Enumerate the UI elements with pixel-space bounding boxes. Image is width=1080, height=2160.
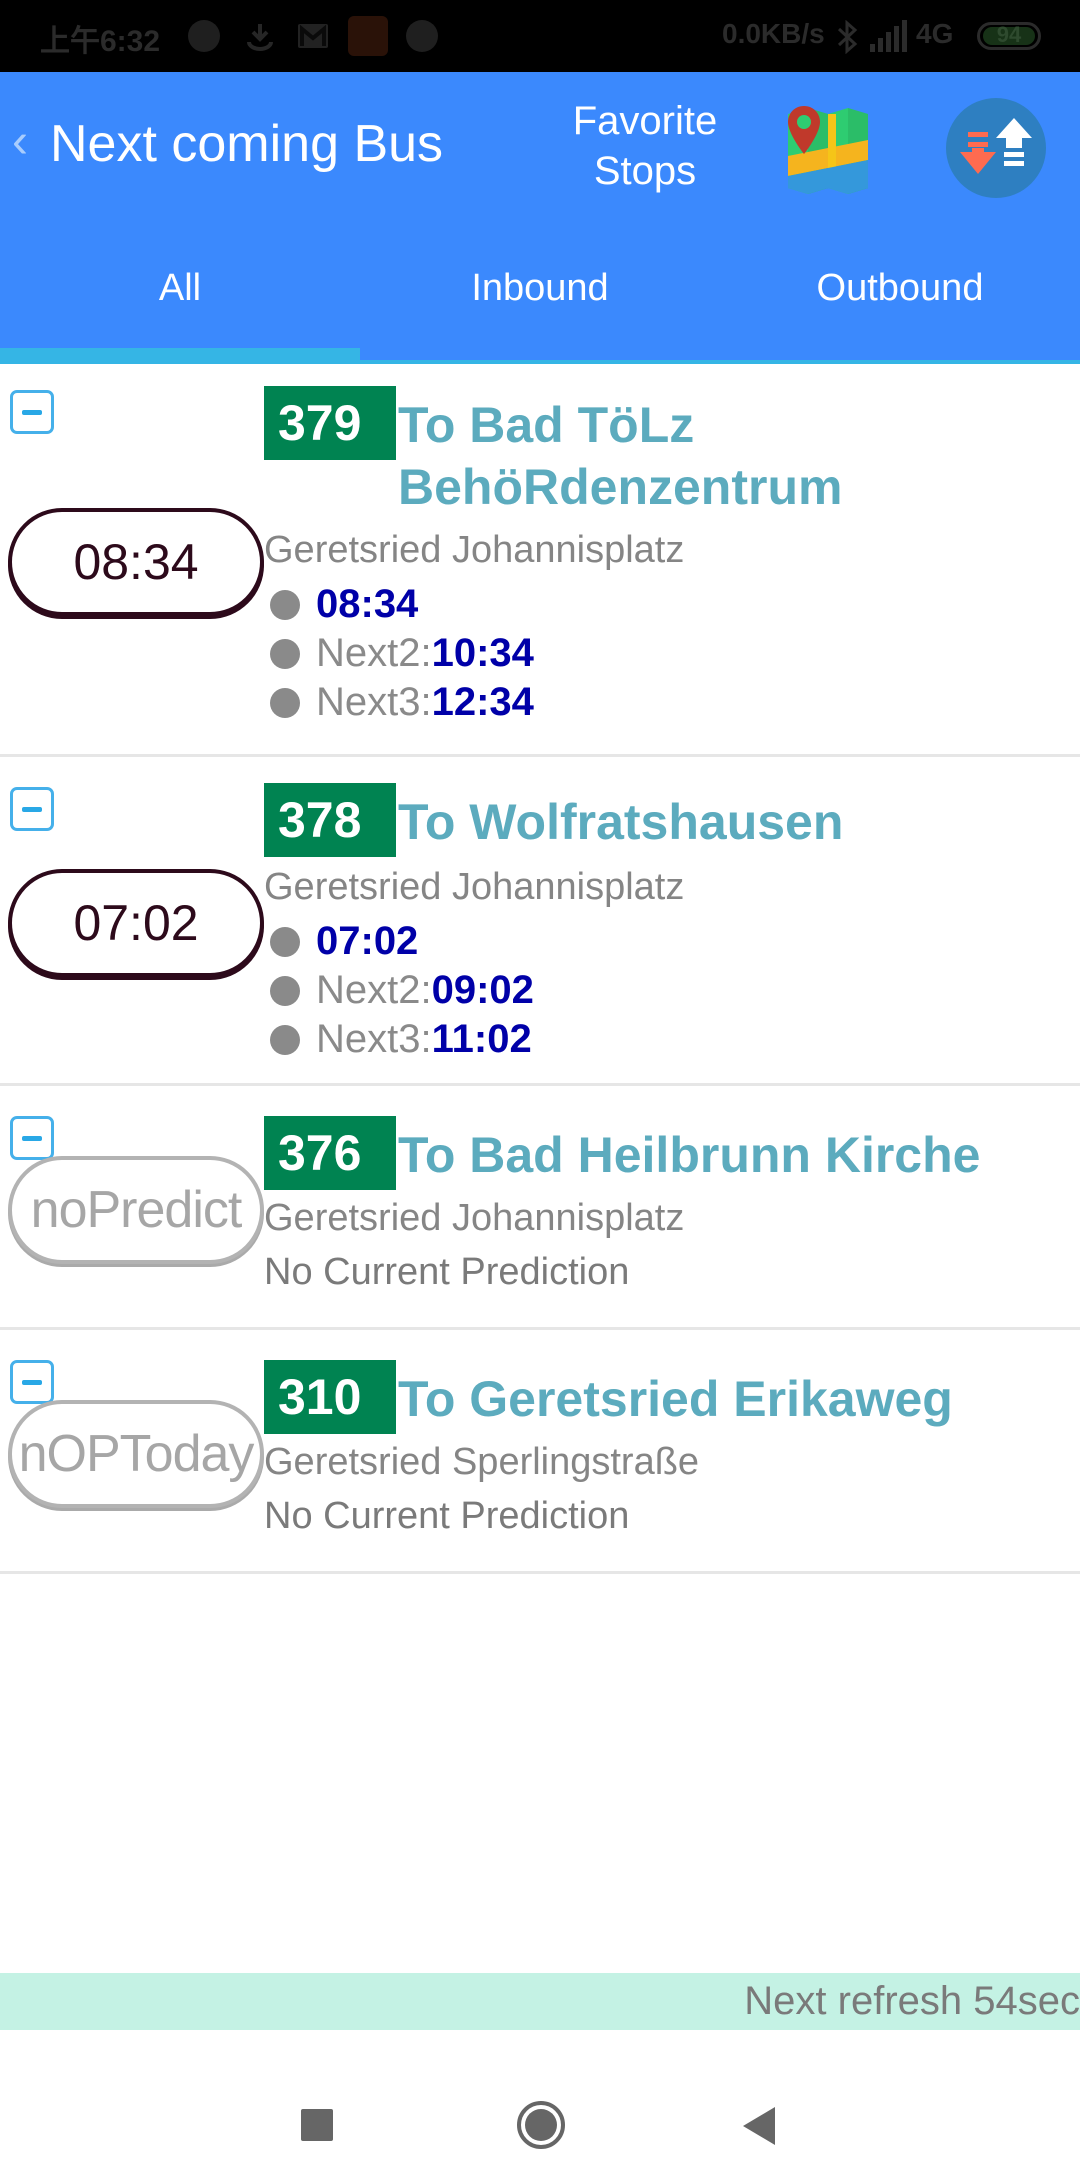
prediction-status: No Current Prediction (264, 1251, 630, 1293)
arrival-time-pill: 07:02 (8, 869, 264, 977)
time-value: 09:02 (431, 968, 534, 1012)
home-icon[interactable] (517, 2101, 565, 2149)
route-destination: To Wolfratshausen (398, 794, 844, 850)
favorite-stops-label-line2: Stops (593, 149, 697, 193)
battery-level: 94 (996, 22, 1022, 47)
back-chevron-icon[interactable]: ‹ (12, 114, 28, 169)
sort-button[interactable] (946, 98, 1046, 198)
page-title[interactable]: Next coming Bus (50, 114, 443, 174)
time-entry: 08:34 (264, 580, 1080, 629)
list-item[interactable]: 08:34 379 To Bad TöLz BehöRdenzentrum Ge… (0, 364, 1080, 757)
time-label: Next2: (316, 968, 432, 1012)
status-bar: 上午6:32 0.0KB/s 4G 94 (0, 0, 1080, 72)
time-label: Next3: (316, 1017, 432, 1061)
network-speed: 0.0KB/s (722, 18, 825, 49)
sort-arrows-icon (960, 118, 1032, 174)
prediction-status-pill: noPredict (8, 1156, 264, 1264)
battery-icon: 94 (977, 22, 1041, 50)
route-number-badge: 379 (264, 386, 396, 460)
stop-name: Geretsried Johannisplatz (264, 529, 685, 571)
bullet-icon (270, 926, 300, 957)
bullet-icon (270, 638, 300, 669)
stop-name: Geretsried Sperlingstraße (264, 1441, 700, 1483)
app-header: ‹ Next coming Bus Favorite Stops All Inb… (0, 72, 1080, 364)
direction-tabs: All Inbound Outbound (0, 248, 1080, 348)
status-time: 上午6:32 (40, 25, 161, 58)
bullet-icon (270, 687, 300, 718)
upcoming-times: 08:34 Next2: 10:34 Next3: 12:34 (264, 580, 1080, 727)
stop-name: Geretsried Johannisplatz (264, 1197, 685, 1239)
collapse-icon[interactable] (10, 787, 54, 831)
route-number-badge: 376 (264, 1116, 396, 1190)
list-item[interactable]: 07:02 378 To Wolfratshausen Geretsried J… (0, 757, 1080, 1086)
route-destination: To Bad Heilbrunn Kirche (398, 1127, 981, 1183)
stop-name: Geretsried Johannisplatz (264, 866, 685, 908)
time-entry: Next3: 12:34 (264, 678, 1080, 727)
time-value: 10:34 (431, 631, 534, 675)
notification-dot-icon (188, 20, 220, 52)
list-item[interactable]: nOPToday 310 To Geretsried Erikaweg Gere… (0, 1330, 1080, 1574)
map-icon (788, 106, 868, 194)
route-destination: To Geretsried Erikaweg (398, 1371, 953, 1427)
recent-apps-icon[interactable] (301, 2109, 333, 2141)
favorite-stops-button[interactable]: Favorite Stops (560, 96, 730, 196)
network-type: 4G (916, 18, 954, 49)
time-entry: Next3: 11:02 (264, 1015, 1080, 1064)
bullet-icon (270, 1024, 300, 1055)
tab-inbound[interactable]: Inbound (360, 248, 720, 348)
bullet-icon (270, 589, 300, 620)
collapse-icon[interactable] (10, 390, 54, 434)
tab-all[interactable]: All (0, 248, 360, 348)
mi-app-icon (348, 16, 388, 56)
map-button[interactable] (784, 102, 868, 194)
time-entry: Next2: 10:34 (264, 629, 1080, 678)
arrival-time-pill: 08:34 (8, 508, 264, 616)
route-number-badge: 310 (264, 1360, 396, 1434)
upcoming-times: 07:02 Next2: 09:02 Next3: 11:02 (264, 917, 1080, 1064)
active-tab-indicator (0, 348, 360, 364)
refresh-bar: Next refresh 54sec (0, 1973, 1080, 2030)
tab-outbound[interactable]: Outbound (720, 248, 1080, 348)
back-icon[interactable] (743, 2107, 775, 2145)
gmail-icon (296, 20, 328, 52)
time-entry: Next2: 09:02 (264, 966, 1080, 1015)
bus-list: 08:34 379 To Bad TöLz BehöRdenzentrum Ge… (0, 364, 1080, 1574)
time-value: 08:34 (316, 582, 419, 626)
system-nav-bar (0, 2030, 1080, 2160)
list-item[interactable]: noPredict 376 To Bad Heilbrunn Kirche Ge… (0, 1086, 1080, 1330)
bullet-icon (270, 975, 300, 1006)
prediction-status: No Current Prediction (264, 1495, 630, 1537)
refresh-countdown: Next refresh 54sec (744, 1979, 1080, 2023)
time-label: Next3: (316, 680, 432, 724)
collapse-icon[interactable] (10, 1116, 54, 1160)
route-number-badge: 378 (264, 783, 396, 857)
time-value: 12:34 (431, 680, 534, 724)
time-label: Next2: (316, 631, 432, 675)
notification-dot-icon (406, 20, 438, 52)
prediction-status-pill: nOPToday (8, 1400, 264, 1508)
route-destination: To Bad TöLz BehöRdenzentrum (398, 397, 843, 515)
download-icon (244, 20, 276, 52)
time-entry: 07:02 (264, 917, 1080, 966)
signal-icon (870, 20, 910, 52)
favorite-stops-label-line1: Favorite (572, 99, 718, 143)
time-value: 07:02 (316, 919, 419, 963)
bluetooth-icon (836, 19, 858, 55)
time-value: 11:02 (431, 1017, 532, 1061)
collapse-icon[interactable] (10, 1360, 54, 1404)
